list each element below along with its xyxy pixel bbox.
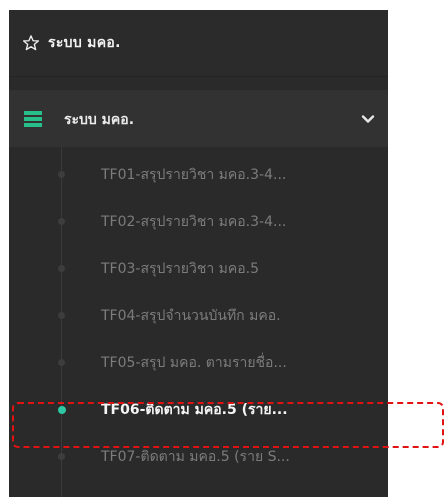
bullet-icon — [58, 312, 65, 319]
submenu-item-tf01[interactable]: TF01-สรุปรายวิชา มคอ.3-4... — [9, 154, 388, 201]
submenu-item-label: TF02-สรุปรายวิชา มคอ.3-4... — [101, 214, 287, 230]
submenu-item-tf05[interactable]: TF05-สรุป มคอ. ตามรายชื่อ... — [9, 342, 388, 389]
submenu-item-tf03[interactable]: TF03-สรุปรายวิชา มคอ.5 — [9, 248, 388, 295]
submenu-item-label: TF01-สรุปรายวิชา มคอ.3-4... — [101, 167, 287, 183]
submenu-item-label: TF07-ติดตาม มคอ.5 (ราย S... — [101, 449, 290, 465]
submenu-item-tf04[interactable]: TF04-สรุปจำนวนบันทึก มคอ. — [9, 295, 388, 342]
chevron-down-icon[interactable] — [361, 112, 375, 126]
submenu-item-label: TF04-สรุปจำนวนบันทึก มคอ. — [101, 308, 281, 324]
highlight-annotation — [12, 402, 444, 448]
menu-group-mko[interactable]: ระบบ มคอ. — [9, 90, 388, 147]
sidebar-header-title: ระบบ มคอ. — [48, 35, 121, 51]
bullet-icon — [58, 218, 65, 225]
menu-icon — [24, 111, 42, 127]
bullet-icon — [58, 171, 65, 178]
menu-group-label: ระบบ มคอ. — [64, 112, 135, 128]
submenu-item-label: TF05-สรุป มคอ. ตามรายชื่อ... — [101, 355, 287, 371]
bullet-icon — [58, 359, 65, 366]
submenu-item-tf02[interactable]: TF02-สรุปรายวิชา มคอ.3-4... — [9, 201, 388, 248]
sidebar-header[interactable]: ระบบ มคอ. — [9, 10, 388, 77]
submenu-item-label: TF03-สรุปรายวิชา มคอ.5 — [101, 261, 260, 277]
bullet-icon — [58, 265, 65, 272]
star-icon[interactable] — [22, 34, 40, 52]
bullet-icon — [58, 453, 65, 460]
